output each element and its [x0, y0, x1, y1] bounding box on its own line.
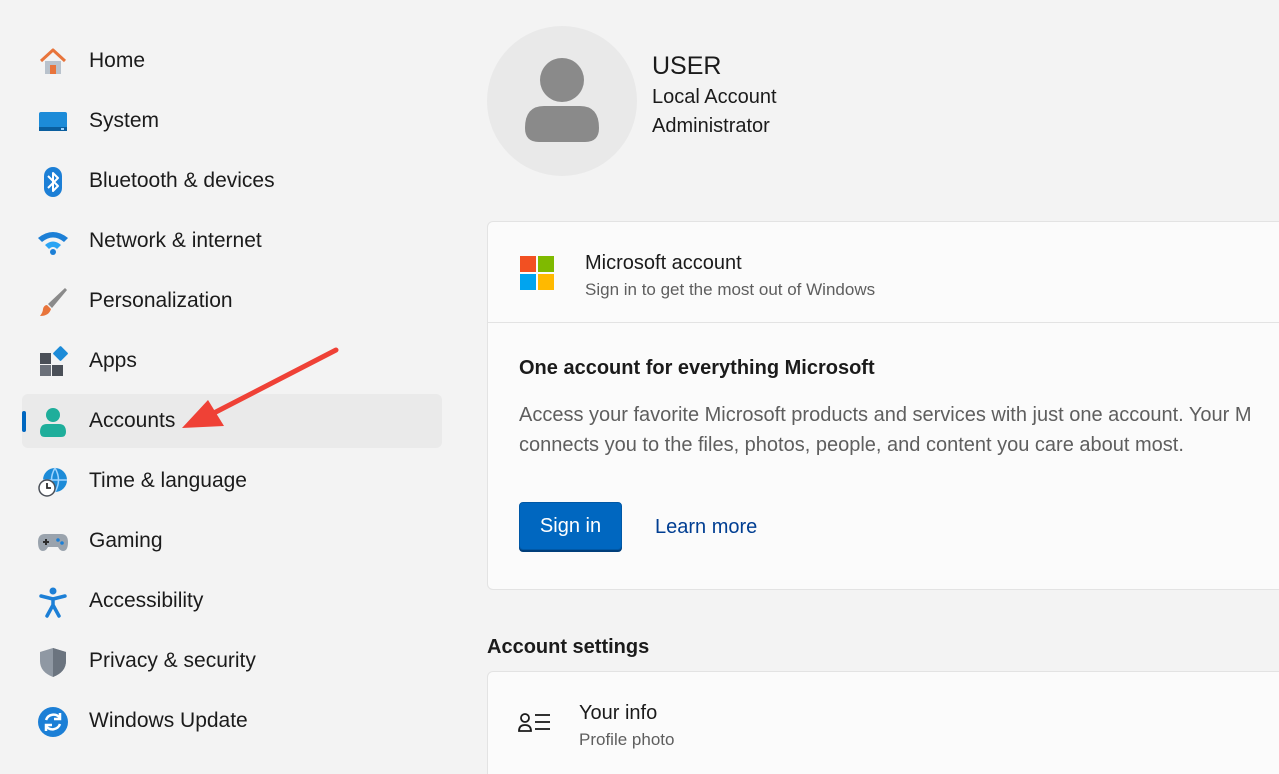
- avatar: [487, 26, 637, 176]
- learn-more-link[interactable]: Learn more: [655, 516, 757, 539]
- your-info-item[interactable]: Your info Profile photo: [487, 671, 1279, 774]
- sidebar-item-accessibility[interactable]: Accessibility: [22, 574, 442, 628]
- microsoft-account-description: Access your favorite Microsoft products …: [519, 400, 1279, 460]
- annotation-arrow-icon: [182, 347, 339, 428]
- sidebar-item-label: Accessibility: [89, 589, 204, 612]
- microsoft-logo-icon: [520, 256, 554, 290]
- user-role: Administrator: [652, 115, 770, 137]
- microsoft-account-card: Microsoft account Sign in to get the mos…: [487, 221, 1279, 590]
- sidebar-item-windows-update[interactable]: Windows Update: [22, 694, 442, 748]
- home-icon: [37, 46, 69, 78]
- user-avatar-icon: [525, 58, 599, 142]
- microsoft-account-heading: One account for everything Microsoft: [519, 357, 875, 379]
- sidebar-item-network[interactable]: Network & internet: [22, 214, 442, 268]
- sidebar-item-gaming[interactable]: Gaming: [22, 514, 442, 568]
- wifi-icon: [37, 226, 69, 258]
- sidebar-item-label: Time & language: [89, 469, 247, 492]
- sidebar-item-label: Network & internet: [89, 229, 262, 252]
- contact-card-icon: [518, 713, 550, 732]
- your-info-title: Your info: [579, 702, 658, 724]
- sidebar-item-label: Privacy & security: [89, 649, 256, 672]
- sign-in-button[interactable]: Sign in: [519, 502, 622, 550]
- microsoft-account-header[interactable]: Microsoft account Sign in to get the mos…: [488, 222, 1279, 323]
- description-line: connects you to the files, photos, peopl…: [519, 434, 1184, 456]
- apps-icon: [37, 346, 69, 378]
- accessibility-icon: [37, 586, 69, 618]
- brush-icon: [37, 286, 69, 318]
- sidebar-item-label: Windows Update: [89, 709, 248, 732]
- microsoft-account-subtitle: Sign in to get the most out of Windows: [585, 280, 876, 299]
- person-icon: [37, 406, 69, 438]
- sidebar-item-system[interactable]: System: [22, 94, 442, 148]
- sidebar-item-label: System: [89, 109, 160, 132]
- sidebar-item-label: Home: [89, 49, 146, 72]
- account-type: Local Account: [652, 86, 777, 108]
- sidebar-item-personalization[interactable]: Personalization: [22, 274, 442, 328]
- sidebar-item-time-language[interactable]: Time & language: [22, 454, 442, 508]
- user-name: USER: [652, 52, 722, 80]
- sidebar-item-bluetooth[interactable]: Bluetooth & devices: [22, 154, 442, 208]
- sidebar-item-label: Gaming: [89, 529, 163, 552]
- sidebar-item-label: Accounts: [89, 409, 176, 432]
- selection-indicator: [22, 411, 26, 432]
- sidebar-item-privacy[interactable]: Privacy & security: [22, 634, 442, 688]
- globe-clock-icon: [37, 466, 69, 498]
- account-settings-heading: Account settings: [487, 636, 650, 658]
- sidebar-item-label: Personalization: [89, 289, 233, 312]
- bluetooth-icon: [37, 166, 69, 198]
- sidebar-item-label: Bluetooth & devices: [89, 169, 275, 192]
- sidebar-item-home[interactable]: Home: [22, 34, 442, 88]
- system-icon: [37, 106, 69, 138]
- update-icon: [37, 706, 69, 738]
- microsoft-account-title: Microsoft account: [585, 252, 742, 274]
- your-info-subtitle: Profile photo: [579, 730, 675, 749]
- gamepad-icon: [37, 526, 69, 558]
- sidebar-item-label: Apps: [89, 349, 137, 372]
- shield-icon: [37, 646, 69, 678]
- description-line: Access your favorite Microsoft products …: [519, 404, 1252, 426]
